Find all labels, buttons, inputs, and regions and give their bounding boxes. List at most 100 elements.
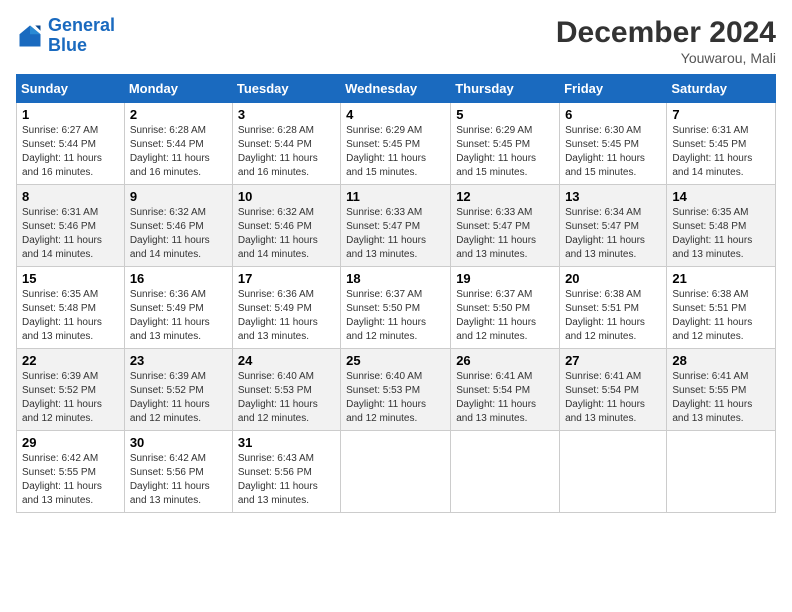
day-number: 16 — [130, 271, 227, 286]
day-info: Sunrise: 6:27 AMSunset: 5:44 PMDaylight:… — [22, 124, 119, 180]
calendar-cell: 6 Sunrise: 6:30 AMSunset: 5:45 PMDaylight… — [560, 103, 667, 185]
title-block: December 2024 Youwarou, Mali — [556, 16, 776, 66]
day-info: Sunrise: 6:33 AMSunset: 5:47 PMDaylight:… — [456, 206, 554, 262]
day-info: Sunrise: 6:43 AMSunset: 5:56 PMDaylight:… — [238, 452, 335, 508]
day-info: Sunrise: 6:41 AMSunset: 5:54 PMDaylight:… — [565, 370, 661, 426]
day-number: 21 — [672, 271, 770, 286]
calendar-cell: 2 Sunrise: 6:28 AMSunset: 5:44 PMDaylight… — [124, 103, 232, 185]
day-info: Sunrise: 6:38 AMSunset: 5:51 PMDaylight:… — [672, 288, 770, 344]
calendar-cell: 1Sunrise: 6:27 AMSunset: 5:44 PMDaylight… — [17, 103, 125, 185]
calendar-cell: 19 Sunrise: 6:37 AMSunset: 5:50 PMDayligh… — [451, 267, 560, 349]
calendar-cell: 20 Sunrise: 6:38 AMSunset: 5:51 PMDayligh… — [560, 267, 667, 349]
calendar-cell — [560, 431, 667, 513]
day-number: 6 — [565, 107, 661, 122]
week-row-2: 8Sunrise: 6:31 AMSunset: 5:46 PMDaylight… — [17, 185, 776, 267]
page-header: General Blue December 2024 Youwarou, Mal… — [16, 16, 776, 66]
logo-text: General Blue — [48, 16, 115, 56]
day-info: Sunrise: 6:42 AMSunset: 5:55 PMDaylight:… — [22, 452, 119, 508]
calendar-cell: 30Sunrise: 6:42 AMSunset: 5:56 PMDayligh… — [124, 431, 232, 513]
day-number: 22 — [22, 353, 119, 368]
day-info: Sunrise: 6:39 AMSunset: 5:52 PMDaylight:… — [130, 370, 227, 426]
week-row-5: 29 Sunrise: 6:42 AMSunset: 5:55 PMDayligh… — [17, 431, 776, 513]
calendar-cell: 24Sunrise: 6:40 AMSunset: 5:53 PMDayligh… — [232, 349, 340, 431]
day-info: Sunrise: 6:28 AMSunset: 5:44 PMDaylight:… — [238, 124, 335, 180]
calendar-cell: 14 Sunrise: 6:35 AMSunset: 5:48 PMDayligh… — [667, 185, 776, 267]
calendar-cell: 15Sunrise: 6:35 AMSunset: 5:48 PMDayligh… — [17, 267, 125, 349]
day-number: 4 — [346, 107, 445, 122]
day-info: Sunrise: 6:36 AMSunset: 5:49 PMDaylight:… — [130, 288, 227, 344]
calendar-cell: 21 Sunrise: 6:38 AMSunset: 5:51 PMDayligh… — [667, 267, 776, 349]
day-number: 8 — [22, 189, 119, 204]
day-info: Sunrise: 6:32 AMSunset: 5:46 PMDaylight:… — [238, 206, 335, 262]
day-number: 15 — [22, 271, 119, 286]
day-info: Sunrise: 6:40 AMSunset: 5:53 PMDaylight:… — [346, 370, 445, 426]
day-info: Sunrise: 6:39 AMSunset: 5:52 PMDaylight:… — [22, 370, 119, 426]
calendar-cell: 18 Sunrise: 6:37 AMSunset: 5:50 PMDayligh… — [341, 267, 451, 349]
calendar-cell: 26 Sunrise: 6:41 AMSunset: 5:54 PMDayligh… — [451, 349, 560, 431]
day-number: 5 — [456, 107, 554, 122]
calendar-cell: 31 Sunrise: 6:43 AMSunset: 5:56 PMDayligh… — [232, 431, 340, 513]
day-number: 17 — [238, 271, 335, 286]
calendar-cell: 25Sunrise: 6:40 AMSunset: 5:53 PMDayligh… — [341, 349, 451, 431]
day-info: Sunrise: 6:28 AMSunset: 5:44 PMDaylight:… — [130, 124, 227, 180]
day-number: 19 — [456, 271, 554, 286]
header-day-thursday: Thursday — [451, 75, 560, 103]
week-row-3: 15Sunrise: 6:35 AMSunset: 5:48 PMDayligh… — [17, 267, 776, 349]
day-number: 24 — [238, 353, 335, 368]
day-info: Sunrise: 6:41 AMSunset: 5:54 PMDaylight:… — [456, 370, 554, 426]
calendar-cell: 4 Sunrise: 6:29 AMSunset: 5:45 PMDaylight… — [341, 103, 451, 185]
calendar-cell: 5 Sunrise: 6:29 AMSunset: 5:45 PMDaylight… — [451, 103, 560, 185]
day-info: Sunrise: 6:36 AMSunset: 5:49 PMDaylight:… — [238, 288, 335, 344]
day-info: Sunrise: 6:35 AMSunset: 5:48 PMDaylight:… — [672, 206, 770, 262]
day-number: 10 — [238, 189, 335, 204]
calendar-cell: 23 Sunrise: 6:39 AMSunset: 5:52 PMDayligh… — [124, 349, 232, 431]
day-info: Sunrise: 6:31 AMSunset: 5:45 PMDaylight:… — [672, 124, 770, 180]
day-info: Sunrise: 6:30 AMSunset: 5:45 PMDaylight:… — [565, 124, 661, 180]
day-number: 27 — [565, 353, 661, 368]
calendar-cell: 8Sunrise: 6:31 AMSunset: 5:46 PMDaylight… — [17, 185, 125, 267]
day-number: 14 — [672, 189, 770, 204]
calendar-cell: 13 Sunrise: 6:34 AMSunset: 5:47 PMDayligh… — [560, 185, 667, 267]
day-number: 9 — [130, 189, 227, 204]
day-number: 3 — [238, 107, 335, 122]
month-year: December 2024 — [556, 16, 776, 50]
day-number: 20 — [565, 271, 661, 286]
header-day-monday: Monday — [124, 75, 232, 103]
calendar-cell — [451, 431, 560, 513]
header-day-saturday: Saturday — [667, 75, 776, 103]
day-number: 29 — [22, 435, 119, 450]
day-number: 2 — [130, 107, 227, 122]
calendar-cell: 7 Sunrise: 6:31 AMSunset: 5:45 PMDaylight… — [667, 103, 776, 185]
calendar-cell: 28Sunrise: 6:41 AMSunset: 5:55 PMDayligh… — [667, 349, 776, 431]
logo-icon — [16, 22, 44, 50]
day-number: 30 — [130, 435, 227, 450]
header-day-friday: Friday — [560, 75, 667, 103]
location: Youwarou, Mali — [556, 50, 776, 66]
calendar-cell: 17 Sunrise: 6:36 AMSunset: 5:49 PMDayligh… — [232, 267, 340, 349]
day-info: Sunrise: 6:33 AMSunset: 5:47 PMDaylight:… — [346, 206, 445, 262]
calendar-cell — [341, 431, 451, 513]
calendar-cell: 9Sunrise: 6:32 AMSunset: 5:46 PMDaylight… — [124, 185, 232, 267]
day-info: Sunrise: 6:29 AMSunset: 5:45 PMDaylight:… — [456, 124, 554, 180]
day-info: Sunrise: 6:29 AMSunset: 5:45 PMDaylight:… — [346, 124, 445, 180]
calendar-cell: 11 Sunrise: 6:33 AMSunset: 5:47 PMDayligh… — [341, 185, 451, 267]
day-info: Sunrise: 6:37 AMSunset: 5:50 PMDaylight:… — [456, 288, 554, 344]
day-info: Sunrise: 6:41 AMSunset: 5:55 PMDaylight:… — [672, 370, 770, 426]
day-number: 18 — [346, 271, 445, 286]
day-number: 26 — [456, 353, 554, 368]
day-number: 31 — [238, 435, 335, 450]
calendar-cell: 29 Sunrise: 6:42 AMSunset: 5:55 PMDayligh… — [17, 431, 125, 513]
calendar-table: SundayMondayTuesdayWednesdayThursdayFrid… — [16, 74, 776, 513]
day-number: 23 — [130, 353, 227, 368]
day-number: 13 — [565, 189, 661, 204]
header-day-wednesday: Wednesday — [341, 75, 451, 103]
week-row-4: 22 Sunrise: 6:39 AMSunset: 5:52 PMDayligh… — [17, 349, 776, 431]
day-info: Sunrise: 6:38 AMSunset: 5:51 PMDaylight:… — [565, 288, 661, 344]
day-number: 7 — [672, 107, 770, 122]
day-info: Sunrise: 6:37 AMSunset: 5:50 PMDaylight:… — [346, 288, 445, 344]
header-day-tuesday: Tuesday — [232, 75, 340, 103]
day-info: Sunrise: 6:34 AMSunset: 5:47 PMDaylight:… — [565, 206, 661, 262]
calendar-body: 1Sunrise: 6:27 AMSunset: 5:44 PMDaylight… — [17, 103, 776, 513]
calendar-cell: 27 Sunrise: 6:41 AMSunset: 5:54 PMDayligh… — [560, 349, 667, 431]
day-number: 11 — [346, 189, 445, 204]
